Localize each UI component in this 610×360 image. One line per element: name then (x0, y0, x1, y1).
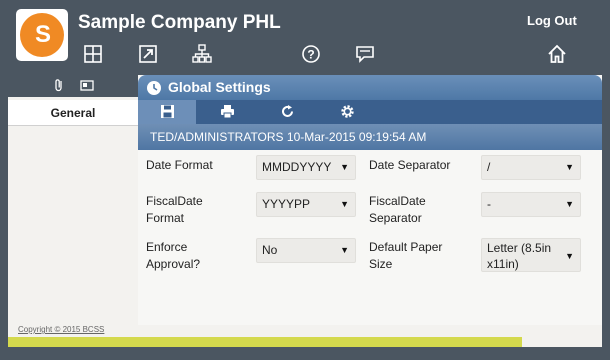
logo-circle: S (20, 13, 64, 57)
chevron-down-icon: ▼ (565, 251, 574, 261)
fiscal-format-value: YYYYPP (262, 197, 311, 211)
panel-title-bar: Global Settings (138, 75, 602, 100)
chevron-down-icon: ▼ (340, 162, 349, 172)
card-icon[interactable] (80, 78, 94, 92)
fiscal-format-label-line2: Format (146, 211, 185, 225)
fiscal-separator-select[interactable]: - ▼ (481, 192, 581, 217)
fiscal-separator-label-line2: Separator (369, 211, 422, 225)
fiscal-format-label-line1: FiscalDate (146, 194, 203, 208)
enforce-approval-label-line2: Approval? (146, 257, 201, 271)
fiscal-format-select[interactable]: YYYYPP ▼ (256, 192, 356, 217)
chat-icon[interactable] (355, 44, 375, 64)
date-separator-select[interactable]: / ▼ (481, 155, 581, 180)
logout-link[interactable]: Log Out (527, 13, 577, 28)
company-name: Sample Company PHL (78, 12, 281, 33)
global-settings-panel: Global Settings TED/ADMINISTRATORS 10-Ma… (138, 75, 602, 325)
logo-letters: S (34, 21, 51, 48)
refresh-button[interactable] (258, 100, 316, 124)
fiscal-format-label: FiscalDate Format (146, 193, 203, 227)
paper-label-line2: Size (369, 257, 393, 271)
fiscal-separator-value: - (487, 197, 491, 211)
print-button[interactable] (198, 100, 256, 124)
chevron-down-icon: ▼ (565, 162, 574, 172)
print-icon (221, 105, 234, 119)
refresh-icon (282, 105, 293, 117)
settings-button[interactable] (318, 100, 376, 124)
left-panel-toolbar (8, 75, 138, 97)
date-format-select[interactable]: MMDDYYYY ▼ (256, 155, 356, 180)
settings-icon (341, 105, 354, 118)
panel-title: Global Settings (168, 79, 271, 95)
date-format-value: MMDDYYYY (262, 160, 332, 174)
launch-icon[interactable] (138, 44, 158, 64)
user-info-bar: TED/ADMINISTRATORS 10-Mar-2015 09:19:54 … (138, 124, 602, 150)
date-separator-value: / (487, 160, 491, 174)
chevron-down-icon: ▼ (340, 245, 349, 255)
home-icon[interactable] (547, 44, 567, 64)
svg-text:?: ? (307, 48, 314, 62)
panel-toolbar (138, 100, 602, 124)
status-bar (8, 337, 522, 347)
fiscal-separator-label: FiscalDate Separator (369, 193, 426, 227)
save-button[interactable] (138, 100, 196, 124)
enforce-approval-label: Enforce Approval? (146, 239, 200, 273)
date-format-label: Date Format (146, 158, 213, 172)
default-paper-size-label: Default Paper Size (369, 239, 442, 273)
enforce-approval-value: No (262, 243, 278, 257)
save-icon (161, 105, 174, 118)
paper-label-line1: Default Paper (369, 240, 443, 254)
attachment-icon[interactable] (52, 78, 66, 92)
settings-form: Date Format MMDDYYYY ▼ Date Separator / … (138, 151, 602, 321)
fiscal-separator-label-line1: FiscalDate (369, 194, 426, 208)
grid-icon[interactable] (83, 44, 103, 64)
enforce-approval-select[interactable]: No ▼ (256, 238, 356, 263)
chevron-down-icon: ▼ (340, 199, 349, 209)
chevron-down-icon: ▼ (565, 199, 574, 209)
copyright-link[interactable]: Copyright © 2015 BCSS (18, 325, 104, 334)
help-icon[interactable]: ? (301, 44, 321, 64)
history-icon (146, 80, 162, 96)
date-separator-label: Date Separator (369, 158, 451, 172)
org-chart-icon[interactable] (192, 44, 212, 64)
app-window: S Sample Company PHL Log Out ? General G… (0, 0, 610, 360)
tab-general[interactable]: General (8, 100, 138, 126)
default-paper-size-select[interactable]: Letter (8.5in x11in) ▼ (481, 238, 581, 272)
company-logo[interactable]: S (16, 9, 68, 61)
enforce-approval-label-line1: Enforce (146, 240, 188, 254)
